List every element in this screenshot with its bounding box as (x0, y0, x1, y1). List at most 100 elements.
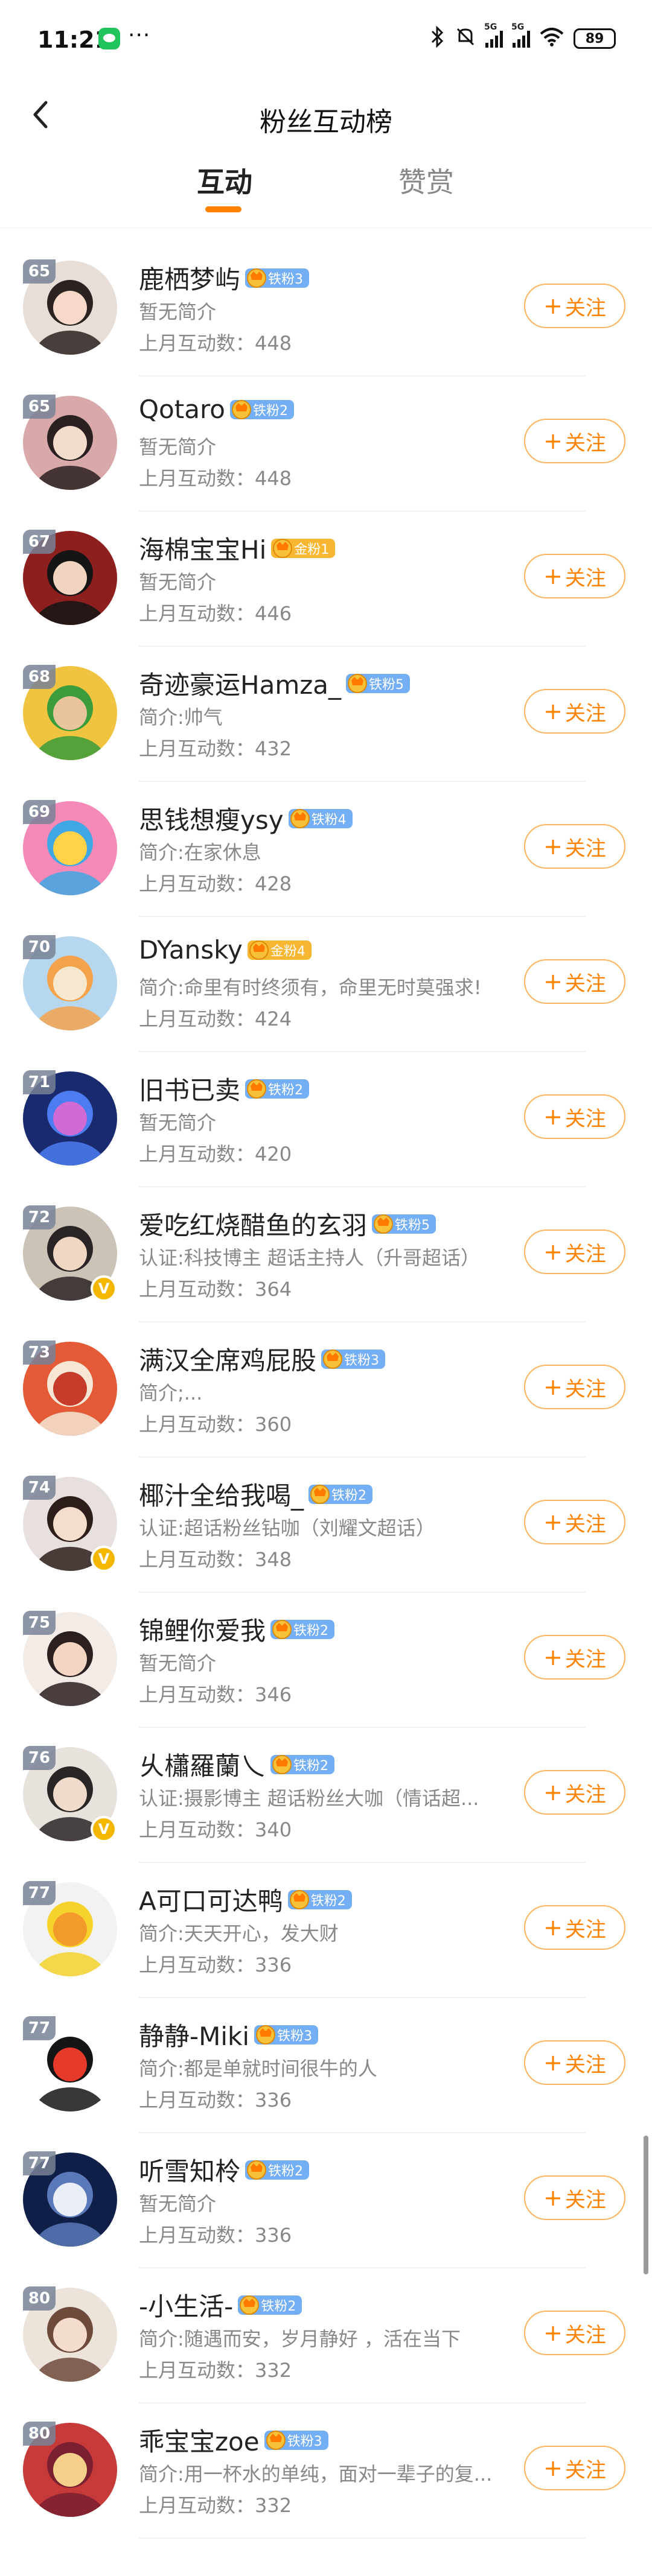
name-line: 静静-Miki 铁粉3 (139, 2016, 319, 2053)
follow-label: 关注 (564, 1242, 606, 1266)
fan-badge-label: 铁粉5 (395, 1217, 430, 1233)
fan-badge-label: 铁粉3 (344, 1353, 380, 1368)
list-item[interactable]: 69 思钱想瘦ysy 铁粉4 简介:在家休息 上月互动数：428 + 关注 (0, 782, 652, 917)
rank-badge: 71 (23, 1070, 56, 1094)
follow-button[interactable]: + 关注 (524, 2446, 625, 2490)
plus-icon: + (543, 2320, 563, 2346)
user-name[interactable]: DYansky (139, 935, 243, 965)
user-description: 暂无简介 (139, 1652, 217, 1675)
follow-button[interactable]: + 关注 (524, 284, 625, 328)
list-item[interactable]: 71 旧书已卖 铁粉2 暂无简介 上月互动数：420 + 关注 (0, 1052, 652, 1187)
list-item[interactable]: 65 Qotaro 铁粉2 暂无简介 上月互动数：448 + 关注 (0, 376, 652, 512)
active-tab-indicator (205, 206, 241, 212)
user-name[interactable]: 满汉全席鸡屁股 (139, 1340, 316, 1377)
fan-badge-label: 铁粉3 (287, 2434, 322, 2449)
user-description: 简介:天天开心，发大财 (139, 1922, 339, 1945)
rank-badge: 76 (23, 1746, 56, 1770)
nav-header: 粉丝互动榜 (0, 82, 652, 148)
follow-button[interactable]: + 关注 (524, 1229, 625, 1274)
fan-badge-crown-icon (374, 1214, 394, 1234)
fan-badge-label: 铁粉5 (369, 677, 404, 693)
follow-button[interactable]: + 关注 (524, 1500, 625, 1544)
list-item[interactable]: 68 奇迹豪运Hamza_ 铁粉5 简介:帅气 上月互动数：432 + 关注 (0, 647, 652, 782)
user-name[interactable]: 爱吃红烧醋鱼的玄羽 (139, 1205, 367, 1242)
last-month-interaction-count: 上月互动数：432 (139, 737, 292, 760)
battery-icon: 89 (574, 28, 616, 49)
user-name[interactable]: 思钱想瘦ysy (139, 800, 284, 837)
plus-icon: + (543, 563, 563, 589)
follow-label: 关注 (564, 1512, 606, 1537)
follow-label: 关注 (564, 1106, 606, 1131)
plus-icon: + (543, 1103, 563, 1130)
list-item[interactable]: 77 静静-Miki 铁粉3 简介:都是单就时间很牛的人 上月互动数：336 +… (0, 1998, 652, 2133)
follow-button[interactable]: + 关注 (524, 689, 625, 734)
user-name[interactable]: Qotaro (139, 395, 225, 424)
list-item[interactable]: 75 锦鲤你爱我 铁粉2 暂无简介 上月互动数：346 + 关注 (0, 1593, 652, 1728)
user-description: 简介:随遇而安，岁月静好 ，活在当下 (139, 2327, 461, 2350)
follow-button[interactable]: + 关注 (524, 1635, 625, 1680)
user-description: 简介;... (139, 1382, 203, 1404)
list-item[interactable]: 76 V 乆櫹羅蘭乀 铁粉2 认证:摄影博主 超话粉丝大咖（情话超... 上月互… (0, 1728, 652, 1863)
follow-button[interactable]: + 关注 (524, 824, 625, 869)
user-name[interactable]: 乆櫹羅蘭乀 (139, 1746, 266, 1783)
user-name[interactable]: 鹿栖梦屿 (139, 259, 240, 296)
fan-badge: 金粉4 (247, 940, 312, 960)
follow-button[interactable]: + 关注 (524, 2311, 625, 2355)
follow-button[interactable]: + 关注 (524, 2040, 625, 2085)
follow-button[interactable]: + 关注 (524, 1770, 625, 1815)
user-name[interactable]: -小生活- (139, 2286, 233, 2323)
user-name[interactable]: 海棉宝宝Hi (139, 530, 266, 566)
follow-button[interactable]: + 关注 (524, 959, 625, 1004)
follow-button[interactable]: + 关注 (524, 1905, 625, 1950)
list-item[interactable]: 80 -小生活- 铁粉2 简介:随遇而安，岁月静好 ，活在当下 上月互动数：33… (0, 2268, 652, 2403)
fan-badge-crown-icon (247, 268, 267, 288)
list-item[interactable]: 65 鹿栖梦屿 铁粉3 暂无简介 上月互动数：448 + 关注 (0, 241, 652, 376)
plus-icon: + (543, 2455, 563, 2481)
user-name[interactable]: 静静-Miki (139, 2016, 249, 2053)
last-month-interaction-count: 上月互动数：336 (139, 2089, 292, 2111)
rank-badge: 69 (23, 800, 56, 824)
fan-badge: 铁粉5 (346, 673, 411, 693)
name-line: 鹿栖梦屿 铁粉3 (139, 259, 310, 296)
user-description: 认证:超话粉丝钻咖（刘耀文超话） (139, 1517, 435, 1540)
list-item[interactable]: 67 海棉宝宝Hi 金粉1 暂无简介 上月互动数：446 + 关注 (0, 512, 652, 647)
verified-badge-icon: V (91, 1546, 117, 1572)
tab-bar: 互动 赞赏 (0, 148, 652, 228)
list-item[interactable]: 77 A可口可达鸭 铁粉2 简介:天天开心，发大财 上月互动数：336 + 关注 (0, 1863, 652, 1998)
follow-label: 关注 (564, 566, 606, 591)
user-name[interactable]: 乖宝宝zoe (139, 2422, 260, 2458)
list-item[interactable]: 70 DYansky 金粉4 简介:命里有时终须有，命里无时莫强求! 上月互动数… (0, 917, 652, 1052)
follow-button[interactable]: + 关注 (524, 554, 625, 598)
list-item[interactable]: 73 满汉全席鸡屁股 铁粉3 简介;... 上月互动数：360 + 关注 (0, 1322, 652, 1458)
list-item[interactable]: 74 V 椰汁全给我喝_ 铁粉2 认证:超话粉丝钻咖（刘耀文超话） 上月互动数：… (0, 1458, 652, 1593)
scrollbar[interactable] (644, 2136, 648, 2274)
follow-button[interactable]: + 关注 (524, 2175, 625, 2220)
follow-label: 关注 (564, 1377, 606, 1401)
tab-appreciation[interactable]: 赞赏 (398, 160, 454, 200)
user-name[interactable]: A可口可达鸭 (139, 1881, 283, 1918)
rank-badge: 72 (23, 1205, 56, 1229)
user-name[interactable]: 锦鲤你爱我 (139, 1611, 266, 1648)
fan-badge-label: 铁粉2 (253, 403, 289, 419)
tab-interaction[interactable]: 互动 (197, 160, 252, 200)
follow-button[interactable]: + 关注 (524, 1094, 625, 1139)
user-name[interactable]: 旧书已卖 (139, 1070, 240, 1107)
list-item[interactable]: 72 V 爱吃红烧醋鱼的玄羽 铁粉5 认证:科技博主 超话主持人（升哥超话） 上… (0, 1187, 652, 1322)
list-item[interactable]: 80 乖宝宝zoe 铁粉3 简介:用一杯水的单纯，面对一辈子的复... 上月互动… (0, 2403, 652, 2539)
last-month-interaction-count: 上月互动数：448 (139, 332, 292, 355)
name-line: 海棉宝宝Hi 金粉1 (139, 530, 336, 566)
user-name[interactable]: 听雪知柃 (139, 2151, 240, 2188)
last-month-interaction-count: 上月互动数：346 (139, 1683, 292, 1706)
user-description: 暂无简介 (139, 571, 217, 594)
user-name[interactable]: 椰汁全给我喝_ (139, 1476, 304, 1512)
list-item[interactable]: 77 听雪知柃 铁粉2 暂无简介 上月互动数：336 + 关注 (0, 2133, 652, 2268)
follow-button[interactable]: + 关注 (524, 419, 625, 463)
last-month-interaction-count: 上月互动数：448 (139, 467, 292, 490)
plus-icon: + (543, 833, 563, 860)
follow-button[interactable]: + 关注 (524, 1365, 625, 1409)
last-month-interaction-count: 上月互动数：420 (139, 1143, 292, 1166)
verified-badge-icon: V (91, 1275, 117, 1302)
fan-badge: 铁粉3 (321, 1349, 386, 1369)
follow-label: 关注 (564, 1917, 606, 1942)
user-name[interactable]: 奇迹豪运Hamza_ (139, 665, 341, 702)
